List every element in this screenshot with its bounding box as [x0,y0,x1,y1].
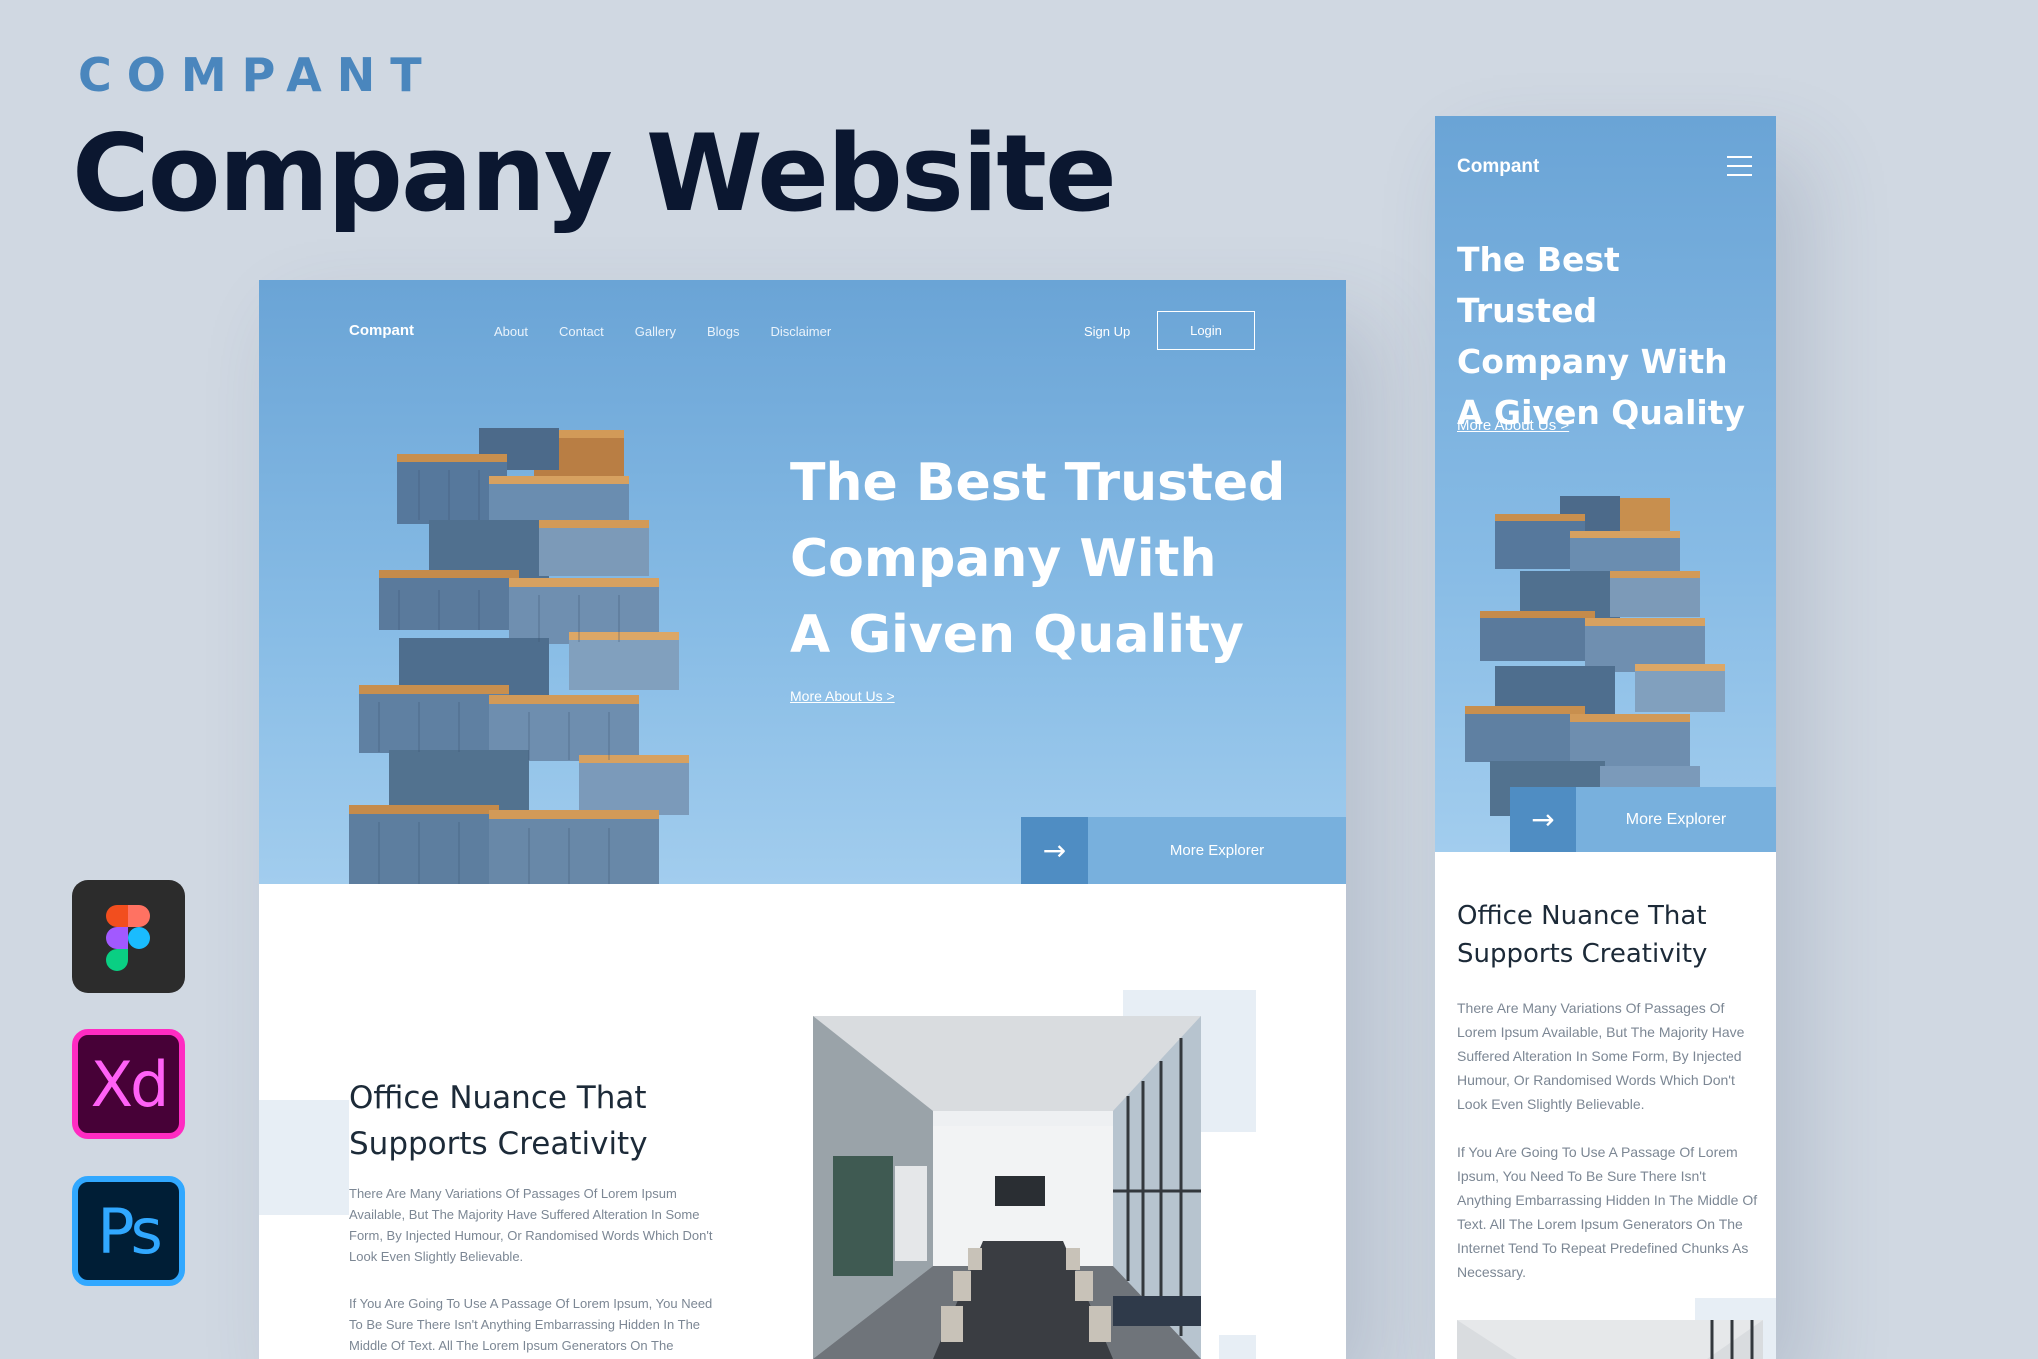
mobile-building-image [1465,496,1725,816]
nav-link-blogs[interactable]: Blogs [707,324,740,339]
mobile-logo[interactable]: Compant [1457,156,1539,178]
nav-link-contact[interactable]: Contact [559,324,604,339]
more-about-link[interactable]: More About Us > [790,688,895,704]
hero-title-line: Company With [790,529,1217,589]
xd-label: Xd [90,1047,170,1121]
nav-link-disclaimer[interactable]: Disclaimer [771,324,832,339]
hamburger-menu-icon[interactable] [1727,156,1752,183]
cta-label: More Explorer [1088,817,1346,884]
mobile-office-image [1457,1320,1763,1359]
xd-icon: Xd [72,1029,185,1139]
desktop-mockup: Compant About Contact Gallery Blogs Disc… [259,280,1346,1359]
decor-block [1219,1335,1256,1359]
mobile-section-paragraph: There Are Many Variations Of Passages Of… [1457,1000,1745,1112]
hero-title: The Best Trusted Company With A Given Qu… [790,445,1310,673]
more-explorer-button[interactable]: → More Explorer [1021,817,1346,884]
page-title: Company Website [72,112,1117,235]
hero-title-line: Company With [1457,342,1728,381]
desktop-hero: Compant About Contact Gallery Blogs Disc… [259,280,1346,884]
section-title-line: Office Nuance That [349,1080,647,1116]
mobile-section-paragraph: If You Are Going To Use A Passage Of Lor… [1457,1144,1758,1280]
hero-title-line: The Best Trusted [790,453,1286,513]
arrow-right-icon: → [1021,817,1088,884]
brand-kicker: COMPANT [78,48,437,102]
login-button[interactable]: Login [1157,311,1255,350]
ps-icon: Ps [72,1176,185,1286]
section-paragraph: There Are Many Variations Of Passages Of… [349,1186,713,1264]
hero-title-line: The Best Trusted [1457,240,1620,330]
section-title-line: Office Nuance That [1457,901,1707,931]
office-image [813,1016,1201,1359]
building-image [349,428,689,884]
decor-block [259,1100,349,1215]
section-title-line: Supports Creativity [1457,939,1708,969]
nav-links: About Contact Gallery Blogs Disclaimer [494,324,831,339]
mobile-more-about-link[interactable]: More About Us > [1457,417,1569,434]
hero-title-line: A Given Quality [790,605,1244,665]
nav-link-about[interactable]: About [494,324,528,339]
mobile-hero: Compant The Best Trusted Company With A … [1435,116,1776,852]
section-paragraph: If You Are Going To Use A Passage Of Lor… [349,1296,713,1353]
signup-link[interactable]: Sign Up [1084,324,1130,339]
section-title: Office Nuance That Supports Creativity [349,1075,749,1167]
figma-icon [72,880,185,993]
nav-link-gallery[interactable]: Gallery [635,324,676,339]
nav-logo[interactable]: Compant [349,322,414,339]
mobile-more-explorer-button[interactable]: → More Explorer [1510,787,1776,852]
section-title-line: Supports Creativity [349,1126,648,1162]
cta-label: More Explorer [1576,787,1776,852]
ps-label: Ps [97,1194,163,1268]
arrow-right-icon: → [1510,787,1576,852]
mobile-section-title: Office Nuance That Supports Creativity [1457,897,1767,973]
mobile-mockup: Compant The Best Trusted Company With A … [1435,116,1776,1359]
mobile-hero-title: The Best Trusted Company With A Given Qu… [1457,234,1767,438]
